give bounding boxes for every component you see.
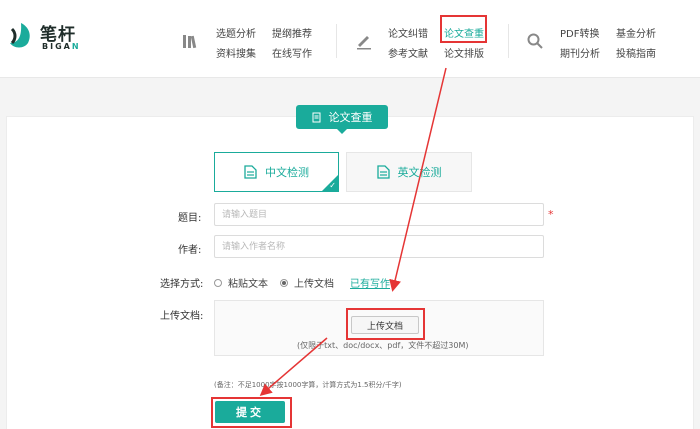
nav-online-writing[interactable]: 在线写作: [272, 45, 312, 60]
highlight-box: [211, 397, 292, 428]
tab-english-label: 英文检测: [397, 166, 442, 179]
document-icon: [244, 165, 257, 179]
logo-subtext: BIGAN: [42, 42, 81, 51]
radio-upload-label[interactable]: 上传文档: [294, 275, 334, 290]
author-label: 作者:: [178, 245, 202, 256]
check-icon: ✓: [329, 181, 336, 190]
highlight-box: [440, 15, 487, 43]
method-label: 选择方式:: [160, 279, 204, 290]
section-tag-label: 论文查重: [328, 111, 373, 124]
radio-paste-label[interactable]: 粘贴文本: [228, 275, 268, 290]
nav-material-collect[interactable]: 资料搜集: [216, 45, 256, 60]
edit-doc-icon: [312, 112, 320, 122]
section-tag: 论文查重: [296, 105, 388, 134]
remark-text: (备注：不足1000字按1000字算，计算方式为1.5积分/千字): [214, 381, 402, 389]
pencil-icon: [357, 36, 371, 50]
method-options: 粘贴文本 上传文档 已有写作: [214, 275, 390, 290]
author-input[interactable]: [214, 235, 544, 258]
tab-english-check[interactable]: 英文检测: [346, 152, 472, 192]
title-label: 题目:: [178, 213, 202, 224]
books-icon: [183, 35, 197, 49]
upload-note: (仅限于txt、doc/docx、pdf，文件不超过30M): [297, 341, 469, 350]
nav-outline-recommend[interactable]: 提纲推荐: [272, 25, 312, 40]
nav-paper-layout[interactable]: 论文排版: [444, 45, 484, 60]
radio-upload[interactable]: [280, 278, 288, 287]
radio-paste[interactable]: [214, 278, 222, 287]
nav-submission-guide[interactable]: 投稿指南: [616, 45, 656, 60]
nav-paper-correction[interactable]: 论文纠错: [388, 25, 428, 40]
required-mark: *: [548, 208, 554, 221]
already-written-link[interactable]: 已有写作: [350, 275, 390, 290]
nav-journal-analysis[interactable]: 期刊分析: [560, 45, 600, 60]
logo[interactable]: 笔杆 BIGAN: [6, 17, 86, 63]
top-header: 笔杆 BIGAN 选题分析 提纲推荐 资料搜集 在线写作 论文纠错 论文查重 参…: [0, 0, 700, 78]
logo-mark-icon: [10, 23, 30, 48]
tab-chinese-check[interactable]: 中文检测 ✓: [214, 152, 339, 192]
nav-divider: [336, 24, 337, 58]
search-icon: [527, 33, 543, 49]
highlight-box: [346, 308, 425, 340]
title-input[interactable]: [214, 203, 544, 226]
nav-divider: [508, 24, 509, 58]
upload-label: 上传文档:: [160, 311, 204, 322]
nav-references[interactable]: 参考文献: [388, 45, 428, 60]
nav-pdf-convert[interactable]: PDF转换: [560, 25, 599, 40]
nav-fund-analysis[interactable]: 基金分析: [616, 25, 656, 40]
nav-topic-analysis[interactable]: 选题分析: [216, 25, 256, 40]
tab-chinese-label: 中文检测: [265, 166, 309, 179]
document-icon: [376, 165, 390, 179]
